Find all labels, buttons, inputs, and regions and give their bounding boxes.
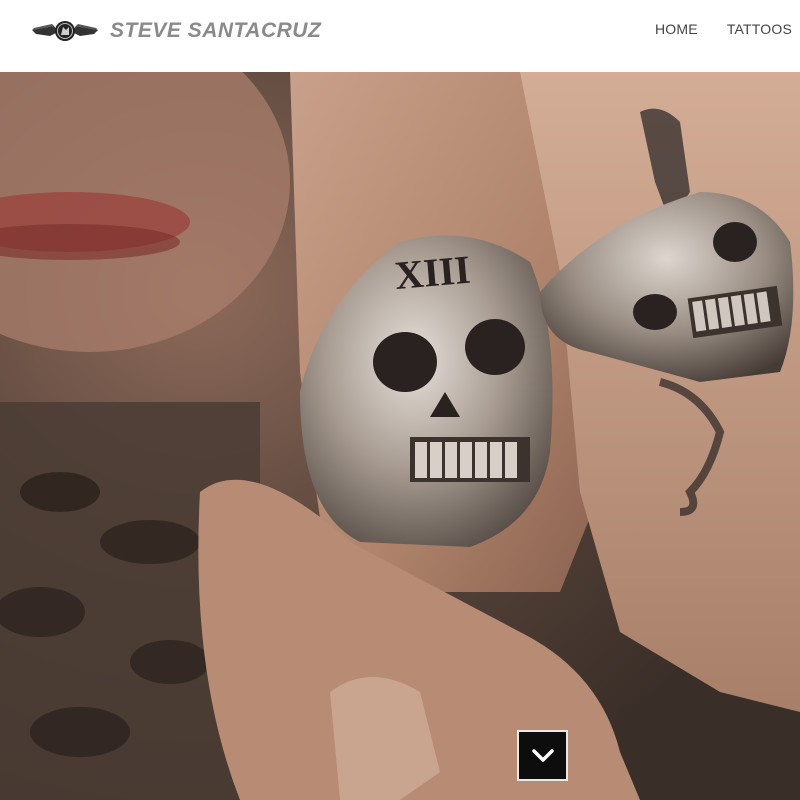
chevron-down-icon (531, 748, 554, 762)
hero-photo: XIII (0, 72, 800, 800)
main-nav: HOME TATTOOS (655, 21, 792, 37)
site-header: STEVE SANTACRUZ HOME TATTOOS (0, 0, 800, 72)
nav-home[interactable]: HOME (655, 21, 698, 37)
nav-tattoos[interactable]: TATTOOS (727, 21, 792, 37)
ring-engraving: XIII (393, 247, 472, 298)
winged-crest-icon[interactable] (30, 16, 100, 48)
scroll-down-button[interactable] (517, 730, 568, 781)
site-title[interactable]: STEVE SANTACRUZ (110, 19, 321, 43)
hero-image: XIII (0, 72, 800, 800)
